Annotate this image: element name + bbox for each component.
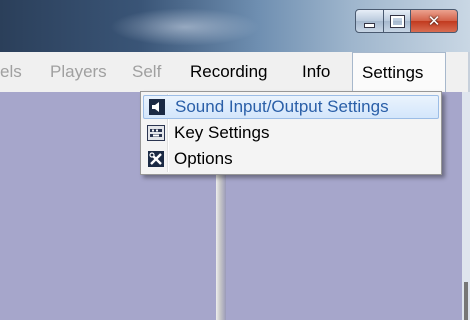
menu-settings[interactable]: Settings [352,52,446,93]
vertical-scrollbar[interactable] [462,92,470,320]
window-controls: ✕ [355,9,458,33]
menu-item-options[interactable]: Options [143,147,439,171]
menu-item-sound-settings[interactable]: Sound Input/Output Settings [143,95,439,119]
settings-dropdown: Sound Input/Output Settings Key Settings [140,91,442,175]
menu-bar: els Players Self Recording Info Settings [0,52,470,93]
menu-channels[interactable]: els [0,52,28,92]
tools-icon [146,149,166,169]
title-bar-glass [110,8,260,46]
close-button[interactable]: ✕ [411,9,458,33]
scrollbar-thumb[interactable] [464,282,468,320]
menu-item-label: Sound Input/Output Settings [175,97,389,116]
close-icon: ✕ [427,12,441,30]
minimize-icon [364,22,375,28]
maximize-icon [389,14,405,28]
menu-item-label: Options [174,149,233,168]
menu-self[interactable]: Self [126,52,167,92]
menu-item-label: Key Settings [174,123,270,142]
maximize-button[interactable] [384,9,411,33]
menu-players[interactable]: Players [44,52,113,92]
menu-recording[interactable]: Recording [184,52,274,92]
minimize-button[interactable] [355,9,384,33]
speaker-icon [147,97,167,117]
menu-item-key-settings[interactable]: Key Settings [143,121,439,145]
menu-info[interactable]: Info [296,52,336,92]
keyboard-icon [146,123,166,143]
title-bar: ✕ [0,0,470,52]
